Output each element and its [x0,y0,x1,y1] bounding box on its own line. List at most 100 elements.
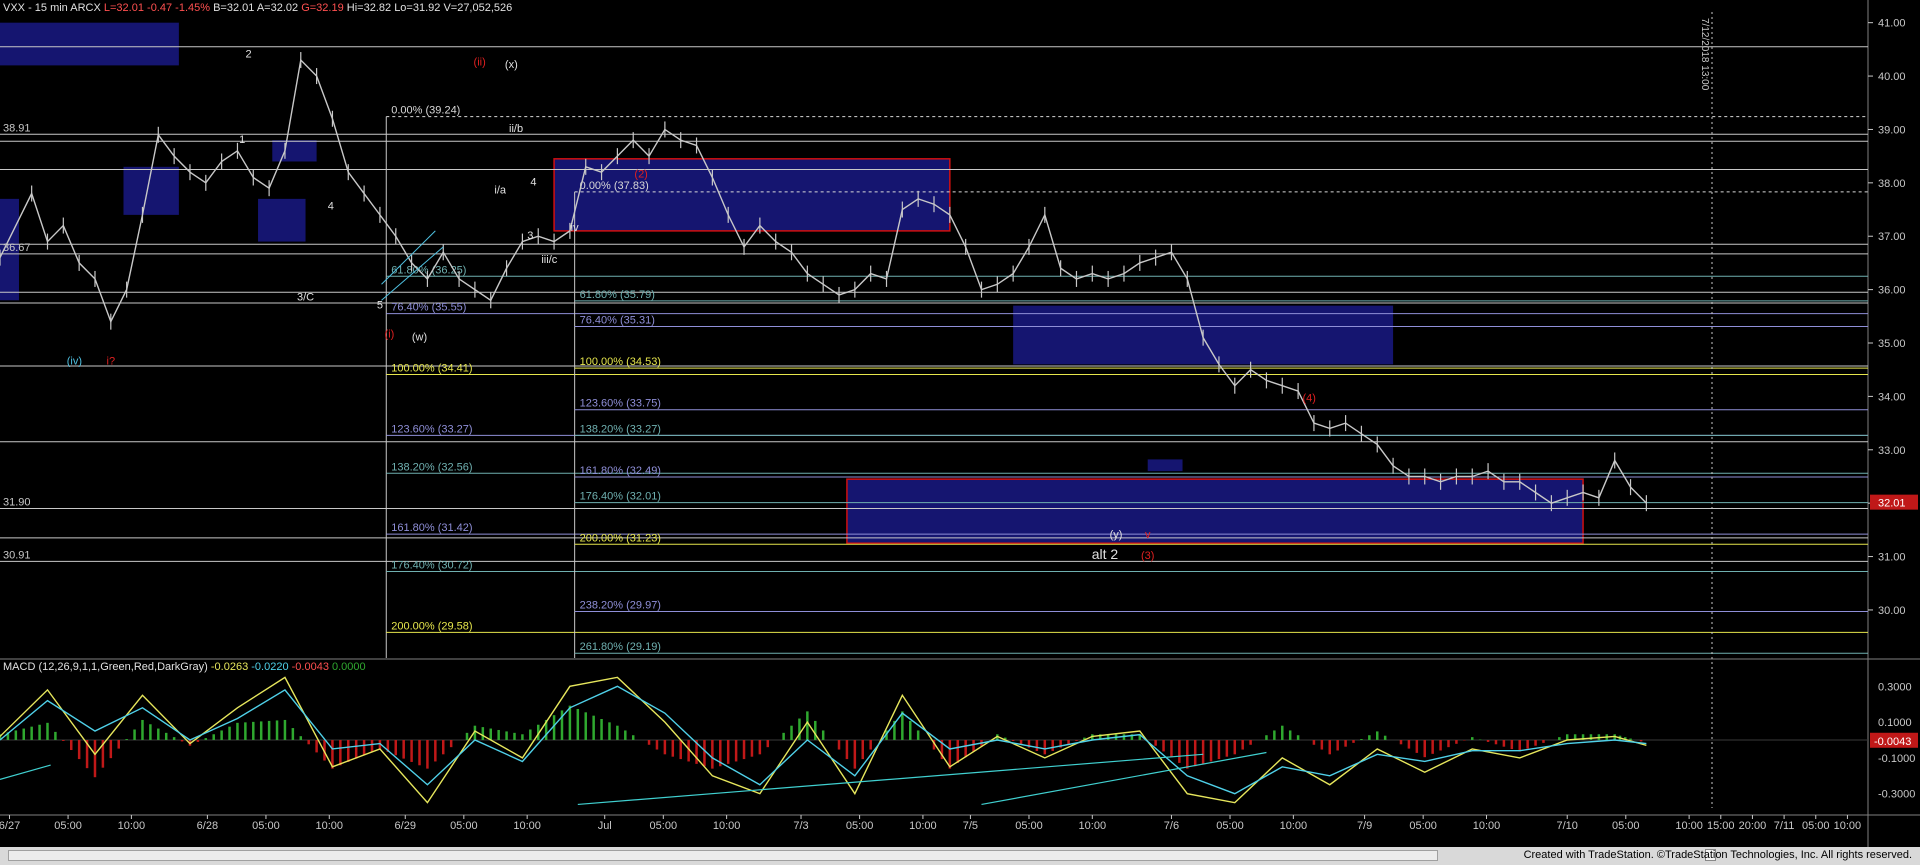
lo-price: Lo=31.92 [394,2,441,14]
target-box-8 [1147,459,1183,472]
price-tick-0: 41.00 [1878,18,1906,30]
target-box-7 [846,478,1584,544]
wave-label-16: iv [571,222,579,234]
wave-label-1: 1 [239,134,245,146]
time-tick-29: 7/11 [1774,820,1795,832]
time-marker-label: 7/12/2018 13:00 [1699,18,1710,91]
price-tick-8: 33.00 [1878,445,1906,457]
ask-price: A=32.02 [256,2,299,14]
time-tick-7: 05:00 [450,820,478,832]
macd-tick-3: -0.3000 [1878,789,1915,801]
wave-label-20: v [1145,529,1151,541]
credit-text: Created with TradeStation. ©TradeStation… [1523,849,1912,861]
price-tick-3: 38.00 [1878,178,1906,190]
symbol-info: VXX - 15 min ARCX [3,2,101,14]
time-tick-8: 10:00 [513,820,541,832]
wave-label-18: (4) [1302,393,1315,405]
time-tick-10: 05:00 [650,820,678,832]
time-tick-2: 10:00 [118,820,146,832]
wave-label-11: ii/b [509,123,523,135]
time-tick-28: 20:00 [1739,820,1767,832]
fib-label-0-6: 161.80% (31.42) [391,522,472,534]
level-label-12: 30.91 [3,549,31,561]
macd-header: MACD (12,26,9,1,1,Green,Red,DarkGray) -0… [3,661,366,673]
wave-label-21: alt 2 [1092,546,1119,562]
wave-label-17: (2) [634,169,647,181]
g-value: G=32.19 [301,2,344,14]
time-tick-30: 05:00 [1802,820,1830,832]
fib-label-0-7: 176.40% (30.72) [391,560,472,572]
macd-name: MACD (12,26,9,1,1,Green,Red,DarkGray) [3,661,208,673]
hi-price: Hi=32.82 [346,2,392,14]
macd-current-label: -0.0043 [1874,736,1911,748]
wave-label-12: i/a [494,185,507,197]
status-bar: Created with TradeStation. ©TradeStation… [0,847,1920,865]
fib-label-1-7: 176.40% (32.01) [580,491,661,503]
wave-label-5: (i) [385,329,395,341]
last-price: L=32.01 [103,2,144,14]
target-box-2 [272,140,317,162]
price-change: -0.47 [147,2,173,14]
fib-label-1-8: 200.00% (31.23) [580,532,661,544]
wave-label-3: 3/C [297,291,314,303]
time-tick-5: 10:00 [316,820,344,832]
time-tick-31: 10:00 [1834,820,1862,832]
fib-label-0-4: 123.60% (33.27) [391,423,472,435]
macd-tick-1: 0.1000 [1878,717,1912,729]
wave-label-7: (iv) [67,355,82,367]
time-tick-13: 05:00 [846,820,874,832]
time-tick-12: 7/3 [793,820,808,832]
fib-label-1-0: 0.00% (37.83) [580,180,649,192]
macd-value-4: 0.0000 [332,661,366,673]
chart-background [0,0,1920,847]
fib-label-1-10: 261.80% (29.19) [580,641,661,653]
chart-canvas[interactable]: 38.9136.6731.9030.910.00% (39.24)61.80% … [0,0,1920,847]
price-tick-10: 31.00 [1878,552,1906,564]
fib-label-0-0: 0.00% (39.24) [391,105,460,117]
time-tick-18: 7/6 [1164,820,1179,832]
fib-label-0-5: 138.20% (32.56) [391,461,472,473]
horizontal-scrollbar[interactable] [8,850,1438,861]
price-tick-2: 39.00 [1878,124,1906,136]
macd-tick-0: 0.3000 [1878,681,1912,693]
price-tick-5: 36.00 [1878,285,1906,297]
target-box-0 [0,22,179,66]
fib-label-1-3: 100.00% (34.53) [580,356,661,368]
time-tick-25: 05:00 [1612,820,1640,832]
wave-label-9: (ii) [474,56,486,68]
time-tick-22: 05:00 [1409,820,1437,832]
level-label-1: 38.91 [3,122,31,134]
target-box-3 [258,198,306,242]
time-tick-26: 10:00 [1675,820,1703,832]
chart-window[interactable]: 38.91 36.67 31.90 30.91 0.00% (39.24) 61.80% … [0,0,1920,865]
volume: V=27,052,526 [443,2,513,14]
macd-tick-2: -0.1000 [1878,753,1915,765]
time-tick-11: 10:00 [713,820,741,832]
fib-label-0-3: 100.00% (34.41) [391,363,472,375]
price-tick-6: 35.00 [1878,338,1906,350]
price-tick-11: 30.00 [1878,605,1906,617]
fib-label-1-4: 123.60% (33.75) [580,398,661,410]
symbol-header: VXX - 15 min ARCX L=32.01 -0.47 -1.45% B… [3,2,512,14]
fib-label-0-2: 76.40% (35.55) [391,302,466,314]
wave-label-6: (w) [412,331,427,343]
time-tick-9: Jul [598,820,612,832]
price-tick-4: 37.00 [1878,231,1906,243]
fib-label-1-9: 238.20% (29.97) [580,600,661,612]
wave-label-19: (y) [1110,529,1123,541]
time-tick-21: 7/9 [1357,820,1372,832]
price-tick-1: 40.00 [1878,71,1906,83]
macd-value-1: -0.0263 [210,661,249,673]
macd-value-2: -0.0220 [251,661,289,673]
wave-label-0: 2 [245,48,251,60]
wave-label-4: 5 [377,299,383,311]
fib-label-1-5: 138.20% (33.27) [580,423,661,435]
fib-label-0-8: 200.00% (29.58) [391,620,472,632]
bid-price: B=32.01 [213,2,255,14]
time-tick-1: 05:00 [54,820,82,832]
time-tick-19: 05:00 [1216,820,1244,832]
time-tick-6: 6/29 [395,820,416,832]
fib-label-0-1: 61.80% (36.25) [391,264,466,276]
wave-label-22: (3) [1141,550,1154,562]
time-tick-4: 05:00 [252,820,280,832]
